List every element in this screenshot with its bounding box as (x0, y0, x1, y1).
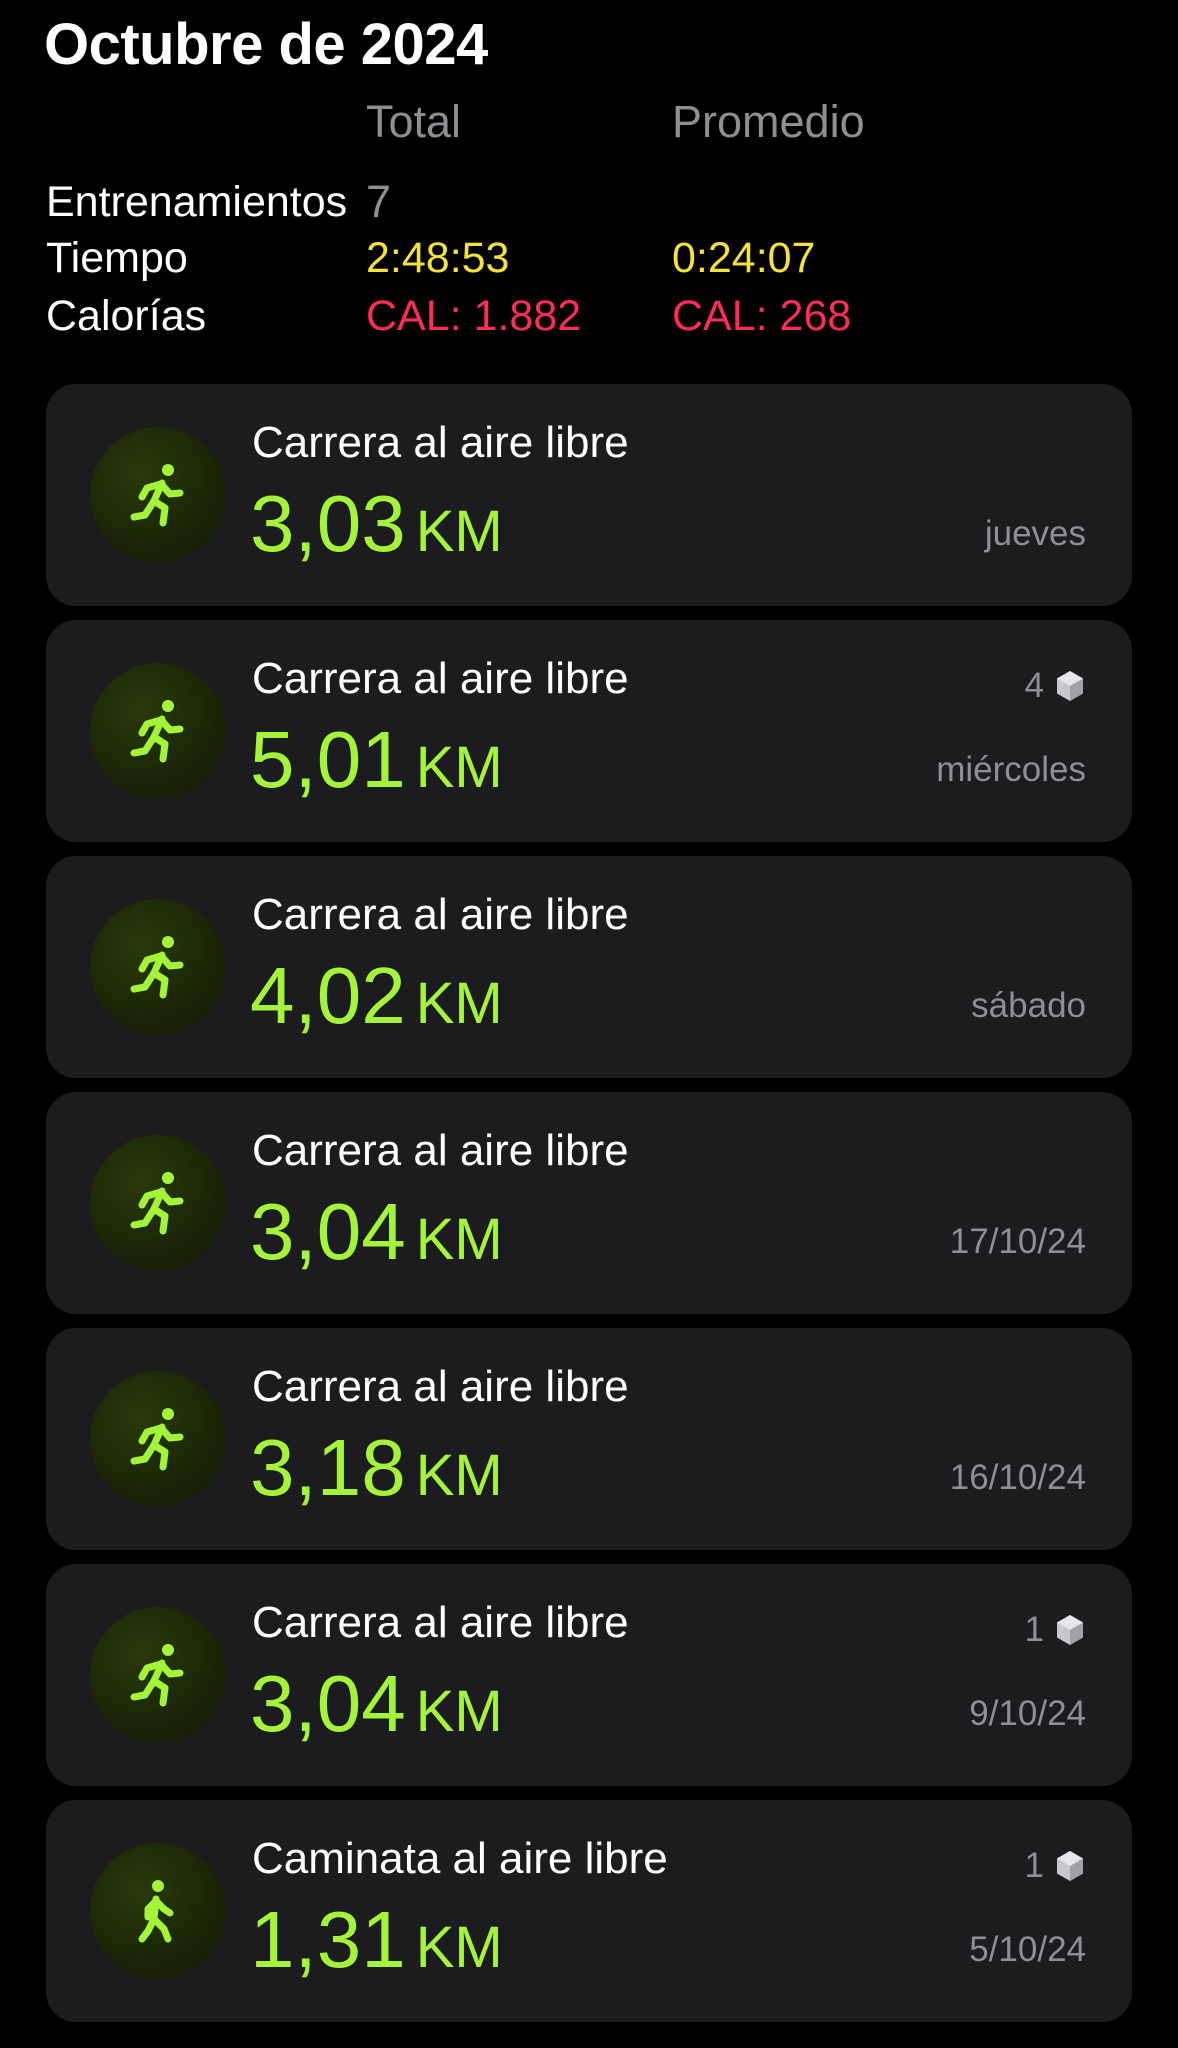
calories-average: CAL: 268 (672, 292, 852, 340)
walking-figure-icon (138, 1880, 174, 1943)
workouts-label: Entrenamientos (46, 178, 348, 226)
award-badge: 4 (1024, 664, 1086, 705)
workout-card[interactable]: Carrera al aire libre 4,02 KM sábado (46, 856, 1132, 1078)
workout-distance: 3,04 KM (250, 1184, 503, 1303)
workout-card[interactable]: Carrera al aire libre 3,04 KM 17/10/24 (46, 1092, 1132, 1314)
distance-unit: KM (415, 499, 503, 564)
workout-card[interactable]: Carrera al aire libre 1 3,04 KM 9/10/24 (46, 1564, 1132, 1786)
workouts-count-row: Entrenamientos 7 (46, 176, 1136, 236)
calories-label: Calorías (46, 292, 207, 340)
workout-icon-badge (90, 427, 226, 563)
time-row: Tiempo 2:48:53 0:24:07 (46, 234, 1136, 292)
running-figure-icon (130, 1408, 184, 1471)
award-count: 1 (1024, 1609, 1044, 1649)
workout-icon-badge (90, 663, 226, 799)
workout-icon-badge (90, 1135, 226, 1271)
distance-unit: KM (415, 1207, 503, 1272)
calories-row: Calorías CAL: 1.882 CAL: 268 (46, 292, 1136, 350)
workout-type: Carrera al aire libre (252, 1598, 629, 1647)
distance-unit: KM (415, 971, 503, 1036)
workout-type: Carrera al aire libre (252, 654, 629, 703)
running-figure-icon (130, 464, 184, 527)
distance-value: 5,01 (250, 715, 406, 804)
hexagon-award-icon (1057, 1850, 1083, 1881)
distance-value: 3,04 (250, 1659, 406, 1748)
running-figure-icon (130, 700, 184, 763)
distance-unit: KM (415, 1915, 503, 1980)
distance-value: 1,31 (250, 1895, 406, 1984)
workout-distance: 1,31 KM (250, 1892, 503, 2011)
award-count: 4 (1024, 665, 1044, 705)
running-figure-icon (130, 1644, 184, 1707)
workout-date: miércoles (936, 750, 1086, 789)
workout-card[interactable]: Carrera al aire libre 4 5,01 KM miércoles (46, 620, 1132, 842)
workout-card[interactable]: Caminata al aire libre 1 1,31 KM 5/10/24 (46, 1800, 1132, 2022)
workout-distance: 3,03 KM (250, 476, 503, 595)
workout-date: jueves (984, 514, 1086, 553)
workout-icon-badge (90, 899, 226, 1035)
workout-distance: 5,01 KM (250, 712, 503, 831)
workout-date: sábado (971, 986, 1086, 1025)
time-total: 2:48:53 (366, 234, 510, 282)
distance-unit: KM (415, 1679, 503, 1744)
workout-distance: 3,18 KM (250, 1420, 503, 1539)
distance-value: 3,04 (250, 1187, 406, 1276)
distance-unit: KM (415, 1443, 503, 1508)
award-badge: 1 (1024, 1608, 1086, 1649)
running-figure-icon (130, 936, 184, 999)
distance-value: 3,18 (250, 1423, 406, 1512)
hexagon-award-icon (1057, 670, 1083, 701)
total-column-header: Total (366, 96, 462, 147)
workout-type: Carrera al aire libre (252, 1362, 629, 1411)
hexagon-award-icon (1057, 1614, 1083, 1645)
monthly-summary: Total Promedio Entrenamientos 7 Tiempo 2… (46, 92, 1136, 352)
workout-type: Carrera al aire libre (252, 1126, 629, 1175)
calories-total: CAL: 1.882 (366, 292, 582, 340)
distance-value: 4,02 (250, 951, 406, 1040)
workout-icon-badge (90, 1607, 226, 1743)
running-figure-icon (130, 1172, 184, 1235)
workout-type: Carrera al aire libre (252, 890, 629, 939)
time-label: Tiempo (46, 234, 188, 282)
distance-unit: KM (415, 735, 503, 800)
workout-date: 9/10/24 (969, 1694, 1086, 1733)
workout-list: Carrera al aire libre 3,03 KM jueves Carr… (46, 384, 1132, 2036)
workout-card[interactable]: Carrera al aire libre 3,18 KM 16/10/24 (46, 1328, 1132, 1550)
workout-type: Caminata al aire libre (252, 1834, 668, 1883)
workout-distance: 4,02 KM (250, 948, 503, 1067)
workout-card[interactable]: Carrera al aire libre 3,03 KM jueves (46, 384, 1132, 606)
workout-icon-badge (90, 1843, 226, 1979)
page-title: Octubre de 2024 (44, 12, 488, 77)
workout-date: 16/10/24 (949, 1458, 1086, 1497)
distance-value: 3,03 (250, 479, 406, 568)
award-badge: 1 (1024, 1844, 1086, 1885)
workout-date: 5/10/24 (969, 1930, 1086, 1969)
workout-type: Carrera al aire libre (252, 418, 629, 467)
workouts-total: 7 (366, 176, 392, 227)
time-average: 0:24:07 (672, 234, 816, 282)
award-count: 1 (1024, 1845, 1044, 1885)
workout-date: 17/10/24 (949, 1222, 1086, 1261)
workout-distance: 3,04 KM (250, 1656, 503, 1775)
workout-icon-badge (90, 1371, 226, 1507)
average-column-header: Promedio (672, 96, 865, 147)
